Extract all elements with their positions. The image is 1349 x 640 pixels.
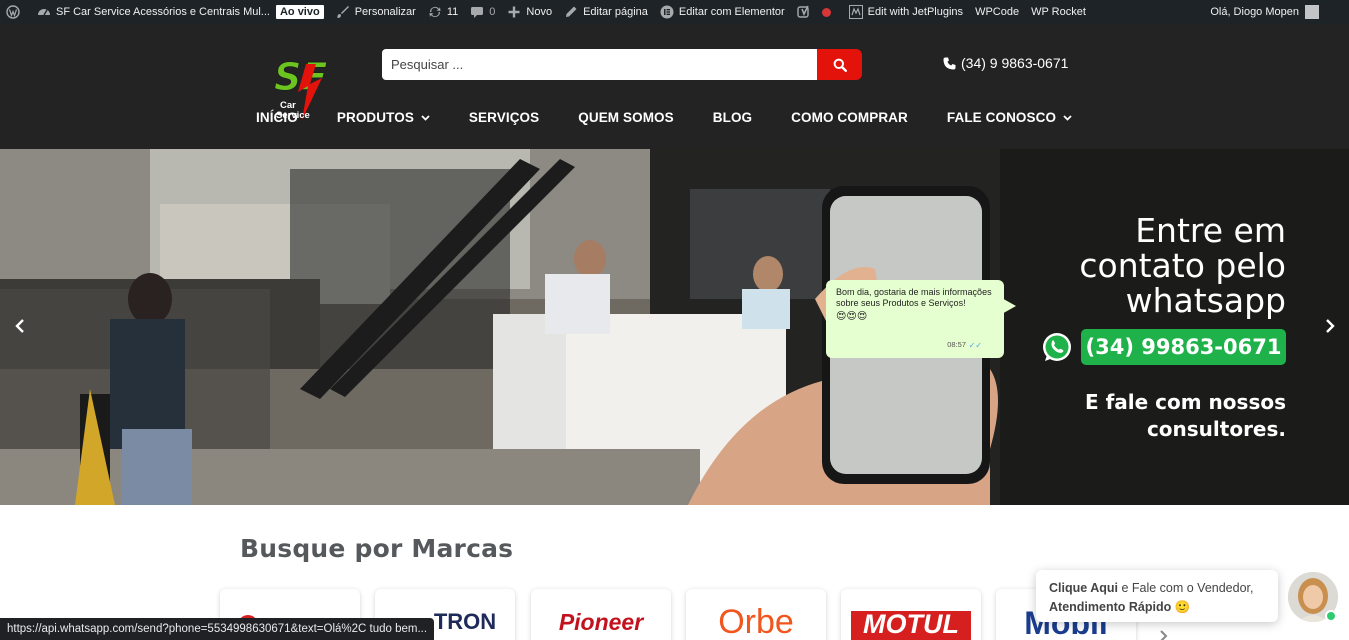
comments-link[interactable]: 0 — [464, 0, 501, 24]
wordpress-logo-menu[interactable] — [0, 0, 31, 24]
phone-number: (34) 9 9863-0671 — [961, 55, 1069, 71]
wpcode-label: WPCode — [975, 6, 1020, 18]
wpcode-link[interactable]: WPCode — [969, 0, 1025, 24]
nav-label: SERVIÇOS — [468, 110, 540, 125]
search-form — [382, 49, 862, 80]
main-nav: INÍCIO PRODUTOS SERVIÇOS QUEM SOMOS BLOG… — [256, 110, 1111, 125]
read-ticks-icon: ✓✓ — [968, 341, 982, 350]
nav-label: INÍCIO — [256, 110, 298, 125]
jetplugins-link[interactable]: Edit with JetPlugins — [843, 0, 969, 24]
nav-label: COMO COMPRAR — [791, 110, 908, 125]
comment-icon — [470, 5, 484, 19]
chat-line1: Clique Aqui e Fale com o Vendedor, — [1049, 579, 1265, 598]
hero-heading-line2: contato pelo — [1079, 246, 1286, 285]
updates-link[interactable]: 11 — [422, 0, 464, 24]
jetplugins-icon — [848, 5, 863, 19]
customize-label: Personalizar — [354, 6, 416, 18]
hero-subline2: consultores. — [1146, 417, 1286, 441]
link-status-bar: https://api.whatsapp.com/send?phone=5534… — [0, 618, 435, 640]
nav-item-produtos[interactable]: PRODUTOS — [337, 110, 430, 125]
account-greeting: Olá, Diogo Mopen — [1210, 6, 1299, 18]
slider-next-button[interactable] — [1320, 316, 1340, 336]
site-name-label: SF Car Service Acessórios e Centrais Mul… — [56, 6, 270, 18]
phone-icon — [943, 57, 956, 69]
pencil-icon — [564, 5, 578, 19]
smile-emoji: 🙂 — [1174, 600, 1191, 614]
elementor-link[interactable]: Editar com Elementor — [654, 0, 791, 24]
brand-card[interactable]: Pioneer — [531, 589, 671, 640]
chat-bubble: Bom dia, gostaria de mais informações so… — [826, 280, 1004, 358]
chevron-right-icon — [1326, 319, 1335, 333]
brand-card[interactable]: Orbe — [686, 589, 826, 640]
brand-card[interactable]: MOTUL — [841, 589, 981, 640]
nav-label: FALE CONOSCO — [946, 110, 1057, 125]
account-avatar — [1305, 5, 1319, 19]
hero-heading-line1: Entre em — [1135, 211, 1286, 250]
plus-icon — [507, 5, 521, 19]
store-photo — [0, 149, 1349, 505]
nav-item-quem-somos[interactable]: QUEM SOMOS — [578, 110, 674, 125]
nav-label: QUEM SOMOS — [578, 110, 674, 125]
chat-line2: Atendimento Rápido 🙂 — [1049, 598, 1265, 617]
slider-prev-button[interactable] — [10, 316, 30, 336]
whatsapp-chat-prompt[interactable]: Clique Aqui e Fale com o Vendedor, Atend… — [1036, 570, 1278, 622]
new-content-menu[interactable]: Novo — [501, 0, 558, 24]
header-phone[interactable]: (34) 9 9863-0671 — [943, 55, 1068, 71]
new-label: Novo — [526, 6, 553, 18]
account-menu[interactable]: Olá, Diogo Mopen — [1210, 5, 1349, 19]
chat-cta-rest: e Fale com o Vendedor, — [1117, 581, 1254, 595]
brand-logo-motul: MOTUL — [863, 609, 959, 639]
nav-item-inicio[interactable]: INÍCIO — [256, 110, 298, 125]
nav-label: BLOG — [712, 110, 753, 125]
search-icon — [833, 58, 847, 72]
site-header: SF Car Service (34) 9 9863-0671 INÍCIO P… — [0, 24, 1349, 149]
search-button[interactable] — [817, 49, 862, 80]
edit-page-label: Editar página — [583, 6, 648, 18]
hero-subline1: E fale com nossos — [1084, 390, 1286, 414]
chat-line2-bold: Atendimento Rápido — [1049, 600, 1172, 614]
brand-logo-orbe: Orbe — [718, 603, 794, 640]
nav-item-como-comprar[interactable]: COMO COMPRAR — [791, 110, 908, 125]
search-input[interactable] — [382, 49, 817, 80]
nav-item-fale-conosco[interactable]: FALE CONOSCO — [947, 110, 1072, 125]
nav-item-blog[interactable]: BLOG — [713, 110, 752, 125]
nav-label: PRODUTOS — [336, 110, 414, 125]
logo-letters: SF — [274, 56, 327, 99]
comments-count: 0 — [489, 6, 496, 18]
hero-slider: Bom dia, gostaria de mais informações so… — [0, 149, 1349, 505]
bubble-time: 08:57 — [947, 340, 966, 349]
chat-cta-bold: Clique Aqui — [1049, 581, 1118, 595]
updates-icon — [428, 5, 442, 19]
online-status-dot — [1325, 610, 1337, 622]
chevron-right-icon[interactable] — [1158, 630, 1170, 640]
seo-menu[interactable] — [791, 0, 843, 24]
yoast-icon — [796, 5, 811, 19]
wp-admin-bar: SF Car Service Acessórios e Centrais Mul… — [0, 0, 1349, 24]
live-badge: Ao vivo — [275, 5, 324, 19]
elementor-icon — [660, 5, 674, 19]
bubble-emoji: 😍😍😍 — [836, 311, 868, 322]
brands-section-title: Busque por Marcas — [240, 534, 514, 563]
site-name-menu[interactable]: SF Car Service Acessórios e Centrais Mul… — [31, 0, 330, 24]
hero-heading-line3: whatsapp — [1125, 281, 1286, 320]
wordpress-icon — [6, 5, 20, 19]
whatsapp-icon — [1043, 333, 1071, 361]
chevron-down-icon — [1063, 114, 1072, 121]
elementor-label: Editar com Elementor — [678, 6, 785, 18]
wprocket-label: WP Rocket — [1031, 6, 1086, 18]
chevron-down-icon — [421, 114, 430, 121]
chevron-left-icon — [15, 319, 24, 333]
seo-status-dot — [821, 7, 831, 17]
nav-item-servicos[interactable]: SERVIÇOS — [469, 110, 539, 125]
edit-page-link[interactable]: Editar página — [558, 0, 654, 24]
wprocket-link[interactable]: WP Rocket — [1025, 0, 1092, 24]
whatsapp-number-badge: (34) 99863-0671 — [1081, 329, 1286, 365]
jetplugins-label: Edit with JetPlugins — [867, 6, 964, 18]
customize-link[interactable]: Personalizar — [330, 0, 422, 24]
brand-logo-pioneer: Pioneer — [558, 609, 644, 635]
brush-icon — [336, 5, 350, 19]
dashboard-icon — [37, 5, 51, 19]
bubble-text: Bom dia, gostaria de mais informações so… — [836, 287, 992, 308]
updates-count: 11 — [446, 6, 459, 18]
